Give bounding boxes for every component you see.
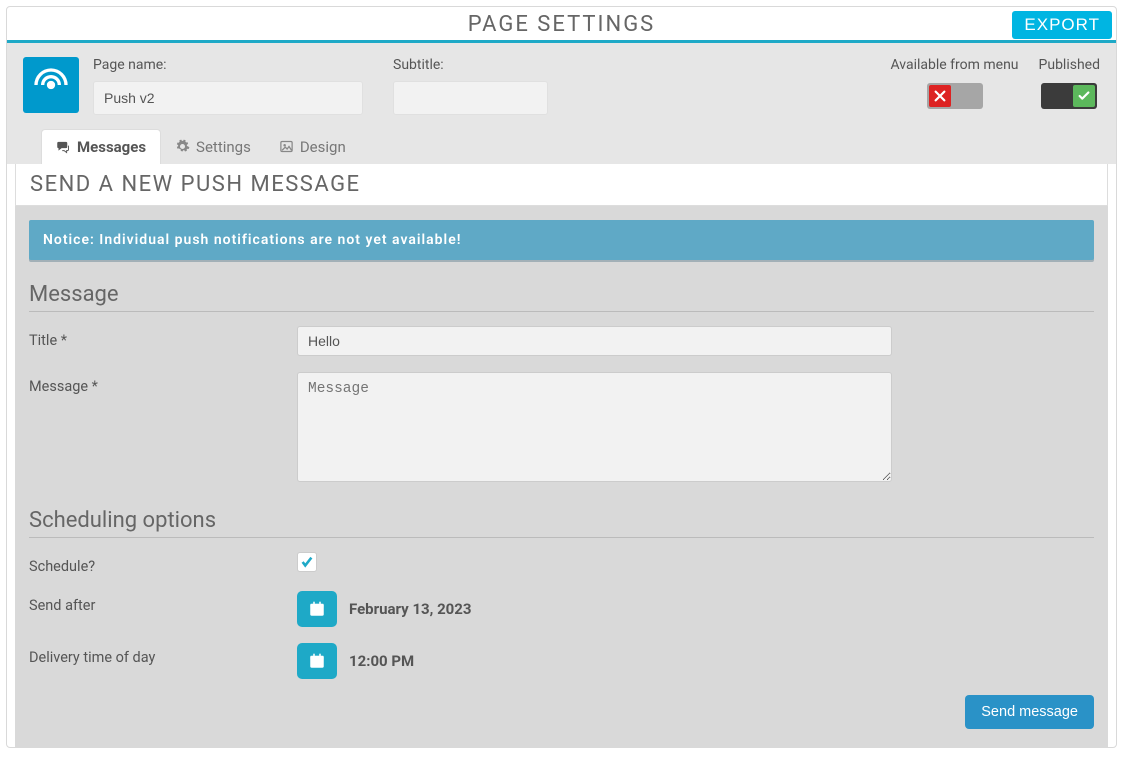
calendar-icon xyxy=(308,652,326,670)
delivery-time-label: Delivery time of day xyxy=(29,643,297,666)
message-label: Message * xyxy=(29,372,297,395)
speech-bubbles-icon xyxy=(56,140,71,155)
section-scheduling: Scheduling options xyxy=(29,508,1094,538)
messages-panel: SEND A NEW PUSH MESSAGE xyxy=(15,164,1108,206)
send-message-button[interactable]: Send message xyxy=(965,695,1094,729)
schedule-label: Schedule? xyxy=(29,552,297,575)
gears-icon xyxy=(175,139,190,154)
push-icon xyxy=(23,57,79,113)
calendar-icon xyxy=(308,600,326,618)
send-push-heading: SEND A NEW PUSH MESSAGE xyxy=(16,164,1107,205)
subtitle-label: Subtitle: xyxy=(393,57,548,73)
check-icon xyxy=(1077,89,1091,103)
titlebar: PAGE SETTINGS EXPORT xyxy=(7,7,1116,43)
section-message: Message xyxy=(29,282,1094,312)
schedule-checkbox[interactable] xyxy=(297,552,317,572)
available-from-menu-toggle[interactable] xyxy=(927,83,983,109)
send-after-date-button[interactable] xyxy=(297,591,337,627)
page-title: PAGE SETTINGS xyxy=(7,7,1116,43)
panel-body: Notice: Individual push notifications ar… xyxy=(15,206,1108,747)
subtitle-input[interactable] xyxy=(393,81,548,115)
published-toggle[interactable] xyxy=(1041,83,1097,109)
delivery-time-button[interactable] xyxy=(297,643,337,679)
export-button[interactable]: EXPORT xyxy=(1012,11,1112,39)
picture-icon xyxy=(279,139,294,154)
tab-design[interactable]: Design xyxy=(265,129,360,164)
tabs: Messages Settings Design xyxy=(23,115,1100,164)
tab-design-label: Design xyxy=(300,138,346,156)
delivery-time-value: 12:00 PM xyxy=(349,652,414,670)
tab-messages-label: Messages xyxy=(77,138,146,156)
title-label: Title * xyxy=(29,326,297,349)
cross-icon xyxy=(933,89,947,103)
page-name-label: Page name: xyxy=(93,57,363,73)
header-panel: Page name: Subtitle: Available from menu xyxy=(7,43,1116,164)
title-input[interactable] xyxy=(297,326,892,356)
available-from-menu-label: Available from menu xyxy=(890,57,1018,73)
tab-settings[interactable]: Settings xyxy=(161,129,265,164)
tab-messages[interactable]: Messages xyxy=(41,129,161,164)
send-after-label: Send after xyxy=(29,591,297,614)
page-name-input[interactable] xyxy=(93,81,363,115)
tab-settings-label: Settings xyxy=(196,138,251,156)
send-after-value: February 13, 2023 xyxy=(349,600,472,618)
check-icon xyxy=(300,555,314,569)
message-textarea[interactable] xyxy=(297,372,892,482)
published-label: Published xyxy=(1039,57,1100,73)
notice-banner: Notice: Individual push notifications ar… xyxy=(29,220,1094,260)
